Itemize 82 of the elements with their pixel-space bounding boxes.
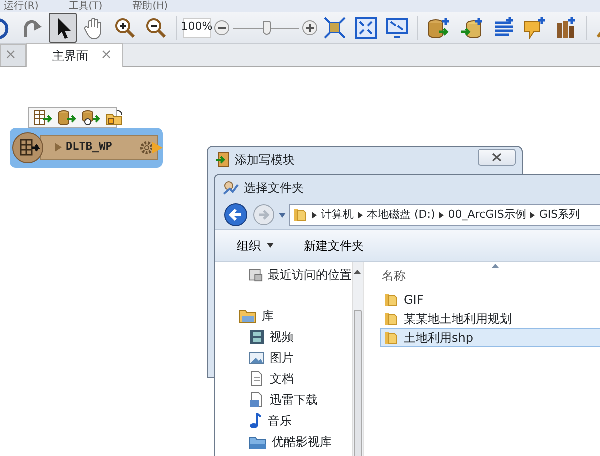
command-button[interactable]: 新建文件夹 <box>304 236 364 254</box>
caret-icon[interactable] <box>279 212 286 218</box>
menu-item[interactable]: 帮助(H) <box>132 2 168 12</box>
command-button[interactable]: 组织 <box>237 236 274 254</box>
database-add-icon <box>460 16 484 38</box>
document-icon <box>249 370 265 386</box>
zoom-out-icon[interactable] <box>214 20 230 36</box>
nav-item[interactable]: 优酷影视库 <box>215 431 352 452</box>
recent-places-icon <box>249 266 263 282</box>
chevron-icon <box>530 212 536 218</box>
back-button[interactable] <box>223 202 249 228</box>
menu-item[interactable]: 运行(R) <box>4 2 39 12</box>
slider-thumb[interactable] <box>263 20 272 34</box>
library-folder-icon <box>239 308 257 324</box>
note-add-icon <box>524 16 546 38</box>
folder-lock-icon <box>106 110 124 126</box>
breadcrumb[interactable]: 本地磁盘 (D:) <box>367 206 436 224</box>
scroll-up-icon <box>354 270 361 274</box>
table-circle-icon <box>12 132 44 164</box>
gear-icon <box>139 140 155 156</box>
dialog-title: 选择文件夹 <box>244 180 304 197</box>
breadcrumb[interactable]: GIS系列 <box>539 206 580 224</box>
close-icon <box>492 153 502 162</box>
nav-item[interactable]: 文档 <box>215 368 352 389</box>
chevron-icon <box>358 212 363 218</box>
writer-node[interactable]: DLTB_WP <box>10 128 163 168</box>
books-add-icon <box>555 16 577 38</box>
chevron-icon <box>439 212 444 218</box>
zoom-in-icon <box>114 16 136 38</box>
zoom-in-icon[interactable] <box>302 20 318 36</box>
database-gear-icon <box>82 110 100 126</box>
pointer-tool[interactable] <box>49 12 77 42</box>
scrollbar[interactable] <box>352 262 363 456</box>
fit-view-icon <box>324 16 346 38</box>
dialog-icon <box>223 181 239 195</box>
film-icon <box>249 328 265 344</box>
column-header[interactable]: 名称 <box>382 262 600 290</box>
monitor-icon <box>386 16 408 38</box>
nav-item[interactable]: 视频 <box>215 326 352 347</box>
node-name: DLTB_WP <box>66 139 112 156</box>
output-port-icon <box>152 142 163 154</box>
close-button[interactable]: × <box>100 45 112 66</box>
chevron-icon <box>312 212 317 218</box>
scrollbar-thumb[interactable] <box>354 310 362 456</box>
zoom-field[interactable]: 100% <box>183 18 211 38</box>
table-export-icon <box>34 110 52 126</box>
folder-icon <box>383 310 399 326</box>
database-export-icon <box>58 110 76 126</box>
breadcrumb[interactable]: 00_ArcGIS示例 <box>448 206 526 224</box>
zoom-slider[interactable] <box>233 18 299 36</box>
tab-label[interactable]: 主界面 <box>52 46 89 64</box>
close-button[interactable] <box>478 149 516 166</box>
database-add-icon <box>427 16 451 38</box>
table-export-button[interactable] <box>33 108 53 126</box>
download-folder-icon <box>249 392 265 408</box>
zoom-out-icon <box>145 16 167 38</box>
database-gear-button[interactable] <box>81 108 101 126</box>
folder-lock-button[interactable] <box>105 108 125 126</box>
folder-item[interactable]: 某某地土地利用规划 <box>380 309 600 328</box>
address-bar[interactable]: 计算机 本地磁盘 (D:) 00_ArcGIS示例 GIS系列 <box>289 204 600 226</box>
nav-item[interactable]: 图片 <box>215 347 352 368</box>
nav-item[interactable]: 音乐 <box>215 410 352 431</box>
folder-icon <box>383 330 399 346</box>
sort-arrow-icon <box>492 264 499 268</box>
nav-item[interactable]: 库 <box>215 305 352 326</box>
folder-icon <box>383 292 399 308</box>
list-add-icon <box>493 16 515 38</box>
nav-item[interactable]: 最近访问的位置 <box>215 264 352 285</box>
folder-icon <box>292 207 308 223</box>
dialog-title: 添加写模块 <box>235 152 295 169</box>
breadcrumb[interactable]: 计算机 <box>321 206 354 224</box>
triangle-icon <box>55 143 62 152</box>
database-export-button[interactable] <box>57 108 77 126</box>
expand-icon <box>355 16 377 38</box>
menu-item[interactable]: 工具(T) <box>68 2 103 12</box>
folder-item[interactable]: GIF <box>380 290 600 309</box>
caret-icon <box>267 243 274 248</box>
picture-icon <box>249 350 265 366</box>
folder-item[interactable]: 土地利用shp <box>380 328 600 347</box>
nav-item[interactable]: 迅雷下载 <box>215 389 352 410</box>
music-note-icon <box>249 412 263 428</box>
tab[interactable]: 主界面 × <box>26 43 124 67</box>
